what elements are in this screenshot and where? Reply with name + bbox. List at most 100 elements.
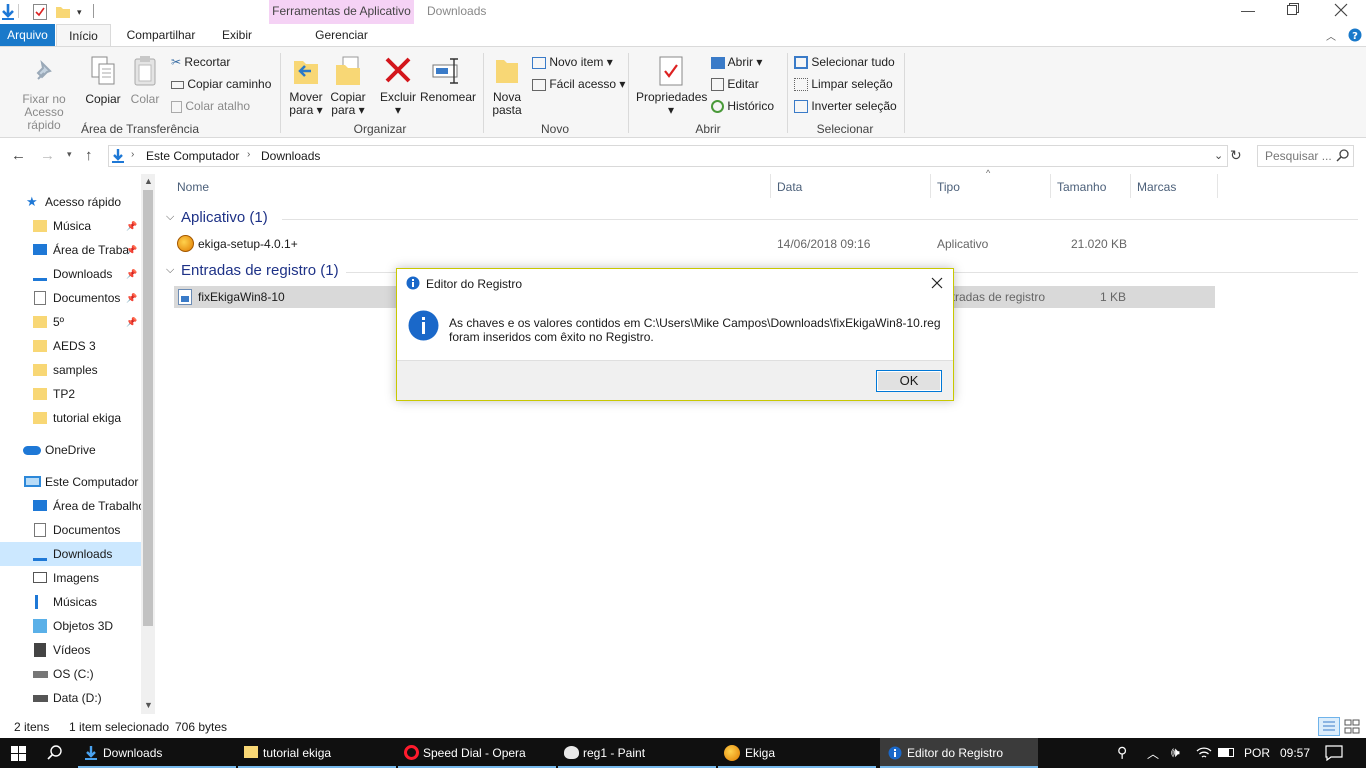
volume-icon[interactable]: 🕪 xyxy=(1171,744,1180,761)
wifi-icon[interactable] xyxy=(1196,746,1212,760)
sidebar-item-pc[interactable]: Vídeos xyxy=(0,638,141,662)
show-hidden-icons[interactable]: ︿ xyxy=(1147,745,1159,762)
copy-button[interactable]: Copiar xyxy=(84,55,122,106)
history-button[interactable]: Histórico xyxy=(711,96,774,116)
column-size[interactable]: Tamanho xyxy=(1057,178,1106,196)
breadcrumb-chevron-icon[interactable]: › xyxy=(247,149,250,160)
taskbar-item-paint[interactable]: reg1 - Paint xyxy=(558,738,716,768)
notifications-icon[interactable] xyxy=(1325,745,1343,761)
column-date[interactable]: Data xyxy=(777,178,802,196)
sidebar-item-quick[interactable]: 5º 📌 xyxy=(0,310,141,334)
copy-to-button[interactable]: Copiar para ▾ xyxy=(328,55,368,117)
refresh-icon[interactable]: ↻ xyxy=(1230,147,1242,164)
properties-button[interactable]: Propriedades ▾ xyxy=(636,55,707,117)
dialog-close-icon[interactable] xyxy=(931,277,943,289)
sidebar-item-pc[interactable]: Data (D:) xyxy=(0,686,141,710)
breadcrumb-chevron-icon[interactable]: › xyxy=(131,149,134,160)
sidebar-item-quick[interactable]: Música 📌 xyxy=(0,214,141,238)
collapse-group-icon[interactable]: ⌵ xyxy=(166,211,174,224)
taskbar-item-tutorial-ekiga[interactable]: tutorial ekiga xyxy=(238,738,396,768)
nav-this-pc[interactable]: Este Computador xyxy=(0,470,141,494)
move-to-button[interactable]: Mover para ▾ xyxy=(286,55,326,117)
tab-manage[interactable]: Gerenciar xyxy=(269,24,414,46)
quick-access-dropdown-icon[interactable]: ▾ xyxy=(77,7,82,18)
properties-check-icon[interactable] xyxy=(33,4,47,20)
breadcrumb-downloads[interactable]: Downloads xyxy=(261,149,320,163)
new-item-button[interactable]: Novo item ▾ xyxy=(532,52,613,72)
group-header-registry[interactable]: Entradas de registro (1) xyxy=(181,262,339,279)
new-folder-quick-icon[interactable] xyxy=(56,5,70,18)
help-icon[interactable]: ? xyxy=(1348,28,1362,42)
group-header-application[interactable]: Aplicativo (1) xyxy=(181,209,268,226)
sidebar-item-quick[interactable]: samples xyxy=(0,358,141,382)
battery-icon[interactable] xyxy=(1218,748,1234,757)
back-arrow-icon[interactable]: ← xyxy=(11,147,26,164)
large-icons-view-icon[interactable] xyxy=(1344,719,1360,734)
address-bar[interactable]: › Este Computador › Downloads ⌄ xyxy=(108,145,1228,167)
sidebar-item-pc[interactable]: Objetos 3D xyxy=(0,614,141,638)
copy-path-button[interactable]: Copiar caminho xyxy=(171,74,271,94)
address-history-icon[interactable]: ⌄ xyxy=(1214,149,1223,162)
people-icon[interactable]: ⚲ xyxy=(1117,744,1127,761)
minimize-button[interactable]: — xyxy=(1241,0,1259,22)
table-row[interactable]: ekiga-setup-4.0.1+ 14/06/2018 09:16 Apli… xyxy=(174,233,1216,255)
taskbar-item-registry-editor[interactable]: Editor do Registro xyxy=(880,738,1038,768)
open-button[interactable]: Abrir ▾ xyxy=(711,52,762,72)
taskbar-item-ekiga[interactable]: Ekiga xyxy=(718,738,876,768)
column-name[interactable]: Nome xyxy=(177,178,209,196)
edit-button[interactable]: Editar xyxy=(711,74,759,94)
paste-button[interactable]: Colar xyxy=(127,55,163,106)
cut-button[interactable]: ✂ Recortar xyxy=(171,52,230,72)
search-taskbar-icon[interactable] xyxy=(47,745,63,761)
taskbar-item-downloads[interactable]: Downloads xyxy=(78,738,236,768)
tab-share[interactable]: Compartilhar xyxy=(118,24,204,46)
sidebar-item-pc[interactable]: Área de Trabalho xyxy=(0,494,141,518)
rename-button[interactable]: Renomear xyxy=(420,55,476,104)
scroll-down-icon[interactable]: ▼ xyxy=(144,700,153,710)
tab-file[interactable]: Arquivo xyxy=(0,24,55,46)
sidebar-item-pc[interactable]: Downloads xyxy=(0,542,141,566)
easy-access-button[interactable]: Fácil acesso ▾ xyxy=(532,74,625,94)
select-all-button[interactable]: Selecionar tudo xyxy=(794,52,895,72)
sidebar-item-quick[interactable]: Documentos 📌 xyxy=(0,286,141,310)
sidebar-item-quick[interactable]: Downloads 📌 xyxy=(0,262,141,286)
pin-quick-access-button[interactable]: Fixar no Acesso rápido xyxy=(6,57,82,132)
sidebar-item-pc[interactable]: Músicas xyxy=(0,590,141,614)
sidebar-item-quick[interactable]: tutorial ekiga xyxy=(0,406,141,430)
ok-button[interactable]: OK xyxy=(876,370,942,392)
forward-arrow-icon[interactable]: → xyxy=(40,147,55,164)
sidebar-item-quick[interactable]: TP2 xyxy=(0,382,141,406)
language-indicator[interactable]: POR xyxy=(1244,746,1270,760)
paste-shortcut-button[interactable]: Colar atalho xyxy=(171,96,250,116)
recent-locations-icon[interactable]: ▾ xyxy=(67,149,72,160)
column-tags[interactable]: Marcas xyxy=(1137,178,1176,196)
invert-selection-button[interactable]: Inverter seleção xyxy=(794,96,897,116)
sidebar-item-pc[interactable]: Documentos xyxy=(0,518,141,542)
windows-start-icon[interactable] xyxy=(11,746,26,761)
scroll-thumb[interactable] xyxy=(143,190,153,626)
taskbar-item-opera[interactable]: Speed Dial - Opera xyxy=(398,738,556,768)
select-none-button[interactable]: Limpar seleção xyxy=(794,74,893,94)
nav-quick-access[interactable]: ★ Acesso rápido xyxy=(0,190,141,214)
column-type[interactable]: Tipo xyxy=(937,178,960,196)
close-icon[interactable] xyxy=(1334,3,1348,17)
sidebar-item-quick[interactable]: AEDS 3 xyxy=(0,334,141,358)
collapse-group-icon[interactable]: ⌵ xyxy=(166,264,174,277)
nav-scrollbar[interactable]: ▲ ▼ xyxy=(141,174,155,714)
sidebar-item-pc[interactable]: OS (C:) xyxy=(0,662,141,686)
tab-view[interactable]: Exibir xyxy=(212,24,262,46)
scroll-up-icon[interactable]: ▲ xyxy=(144,176,153,186)
search-input[interactable]: Pesquisar ... xyxy=(1257,145,1354,167)
nav-onedrive[interactable]: OneDrive xyxy=(0,438,141,462)
sidebar-item-pc[interactable]: Imagens xyxy=(0,566,141,590)
tab-home[interactable]: Início xyxy=(56,24,111,47)
collapse-ribbon-icon[interactable]: ︿ xyxy=(1326,28,1336,43)
delete-button[interactable]: Excluir ▾ xyxy=(378,55,418,117)
details-view-icon[interactable] xyxy=(1318,717,1340,736)
clock[interactable]: 09:57 xyxy=(1280,746,1310,760)
restore-button[interactable] xyxy=(1287,3,1299,15)
new-folder-button[interactable]: Nova pasta xyxy=(490,55,524,117)
breadcrumb-this-pc[interactable]: Este Computador xyxy=(146,149,239,163)
sidebar-item-quick[interactable]: Área de Traba 📌 xyxy=(0,238,141,262)
up-arrow-icon[interactable]: ↑ xyxy=(85,147,93,164)
